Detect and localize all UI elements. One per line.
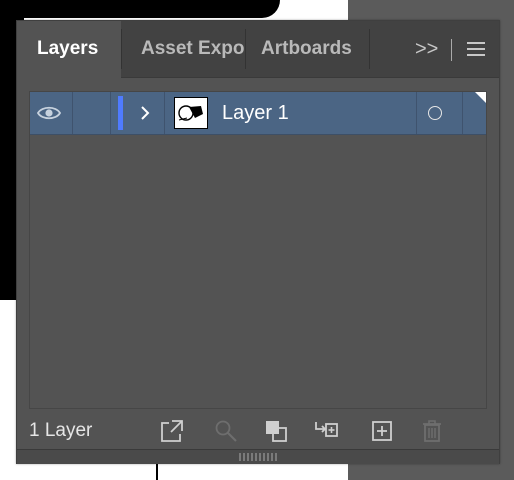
layer-name[interactable]: Layer 1 xyxy=(222,92,289,134)
hamburger-menu-icon[interactable] xyxy=(465,37,487,61)
column-divider xyxy=(110,92,111,134)
new-layer-icon[interactable] xyxy=(369,418,395,444)
trash-icon xyxy=(419,418,445,444)
grip-dots xyxy=(239,453,279,461)
panel-footer: 1 Layer xyxy=(17,409,499,453)
layer-count: 1 Layer xyxy=(29,420,93,441)
column-divider xyxy=(164,92,165,134)
canvas-background-bottom xyxy=(0,300,16,480)
canvas-artwork-top xyxy=(0,0,280,18)
tab-overflow-button[interactable]: >> xyxy=(415,37,438,61)
panel-tab-bar: Layers Asset Expo Artboards >> xyxy=(17,21,499,78)
tab-layers[interactable]: Layers xyxy=(17,21,121,78)
layers-panel: Layers Asset Expo Artboards >> Layer 1 1… xyxy=(16,20,500,464)
eye-icon[interactable] xyxy=(36,101,62,125)
search-icon xyxy=(213,418,239,444)
canvas-artwork-line xyxy=(156,462,158,480)
panel-resize-grip[interactable] xyxy=(17,449,499,464)
layer-row[interactable]: Layer 1 xyxy=(30,92,486,135)
layers-list: Layer 1 xyxy=(29,91,487,409)
chevron-right-icon[interactable] xyxy=(138,102,152,124)
export-icon[interactable] xyxy=(159,418,185,444)
column-divider xyxy=(416,92,417,134)
selection-corner-indicator xyxy=(475,92,486,103)
layer-color-indicator xyxy=(118,96,123,130)
tab-artboards[interactable]: Artboards xyxy=(241,21,369,77)
create-sublayer-icon[interactable] xyxy=(313,418,339,444)
column-divider xyxy=(72,92,73,134)
target-circle-icon[interactable] xyxy=(428,106,442,120)
layer-thumbnail xyxy=(174,97,208,129)
tab-divider xyxy=(369,29,370,69)
menu-divider xyxy=(451,39,452,61)
column-divider xyxy=(462,92,463,134)
clipping-mask-icon[interactable] xyxy=(263,418,289,444)
tab-asset-export[interactable]: Asset Expo xyxy=(121,21,245,77)
